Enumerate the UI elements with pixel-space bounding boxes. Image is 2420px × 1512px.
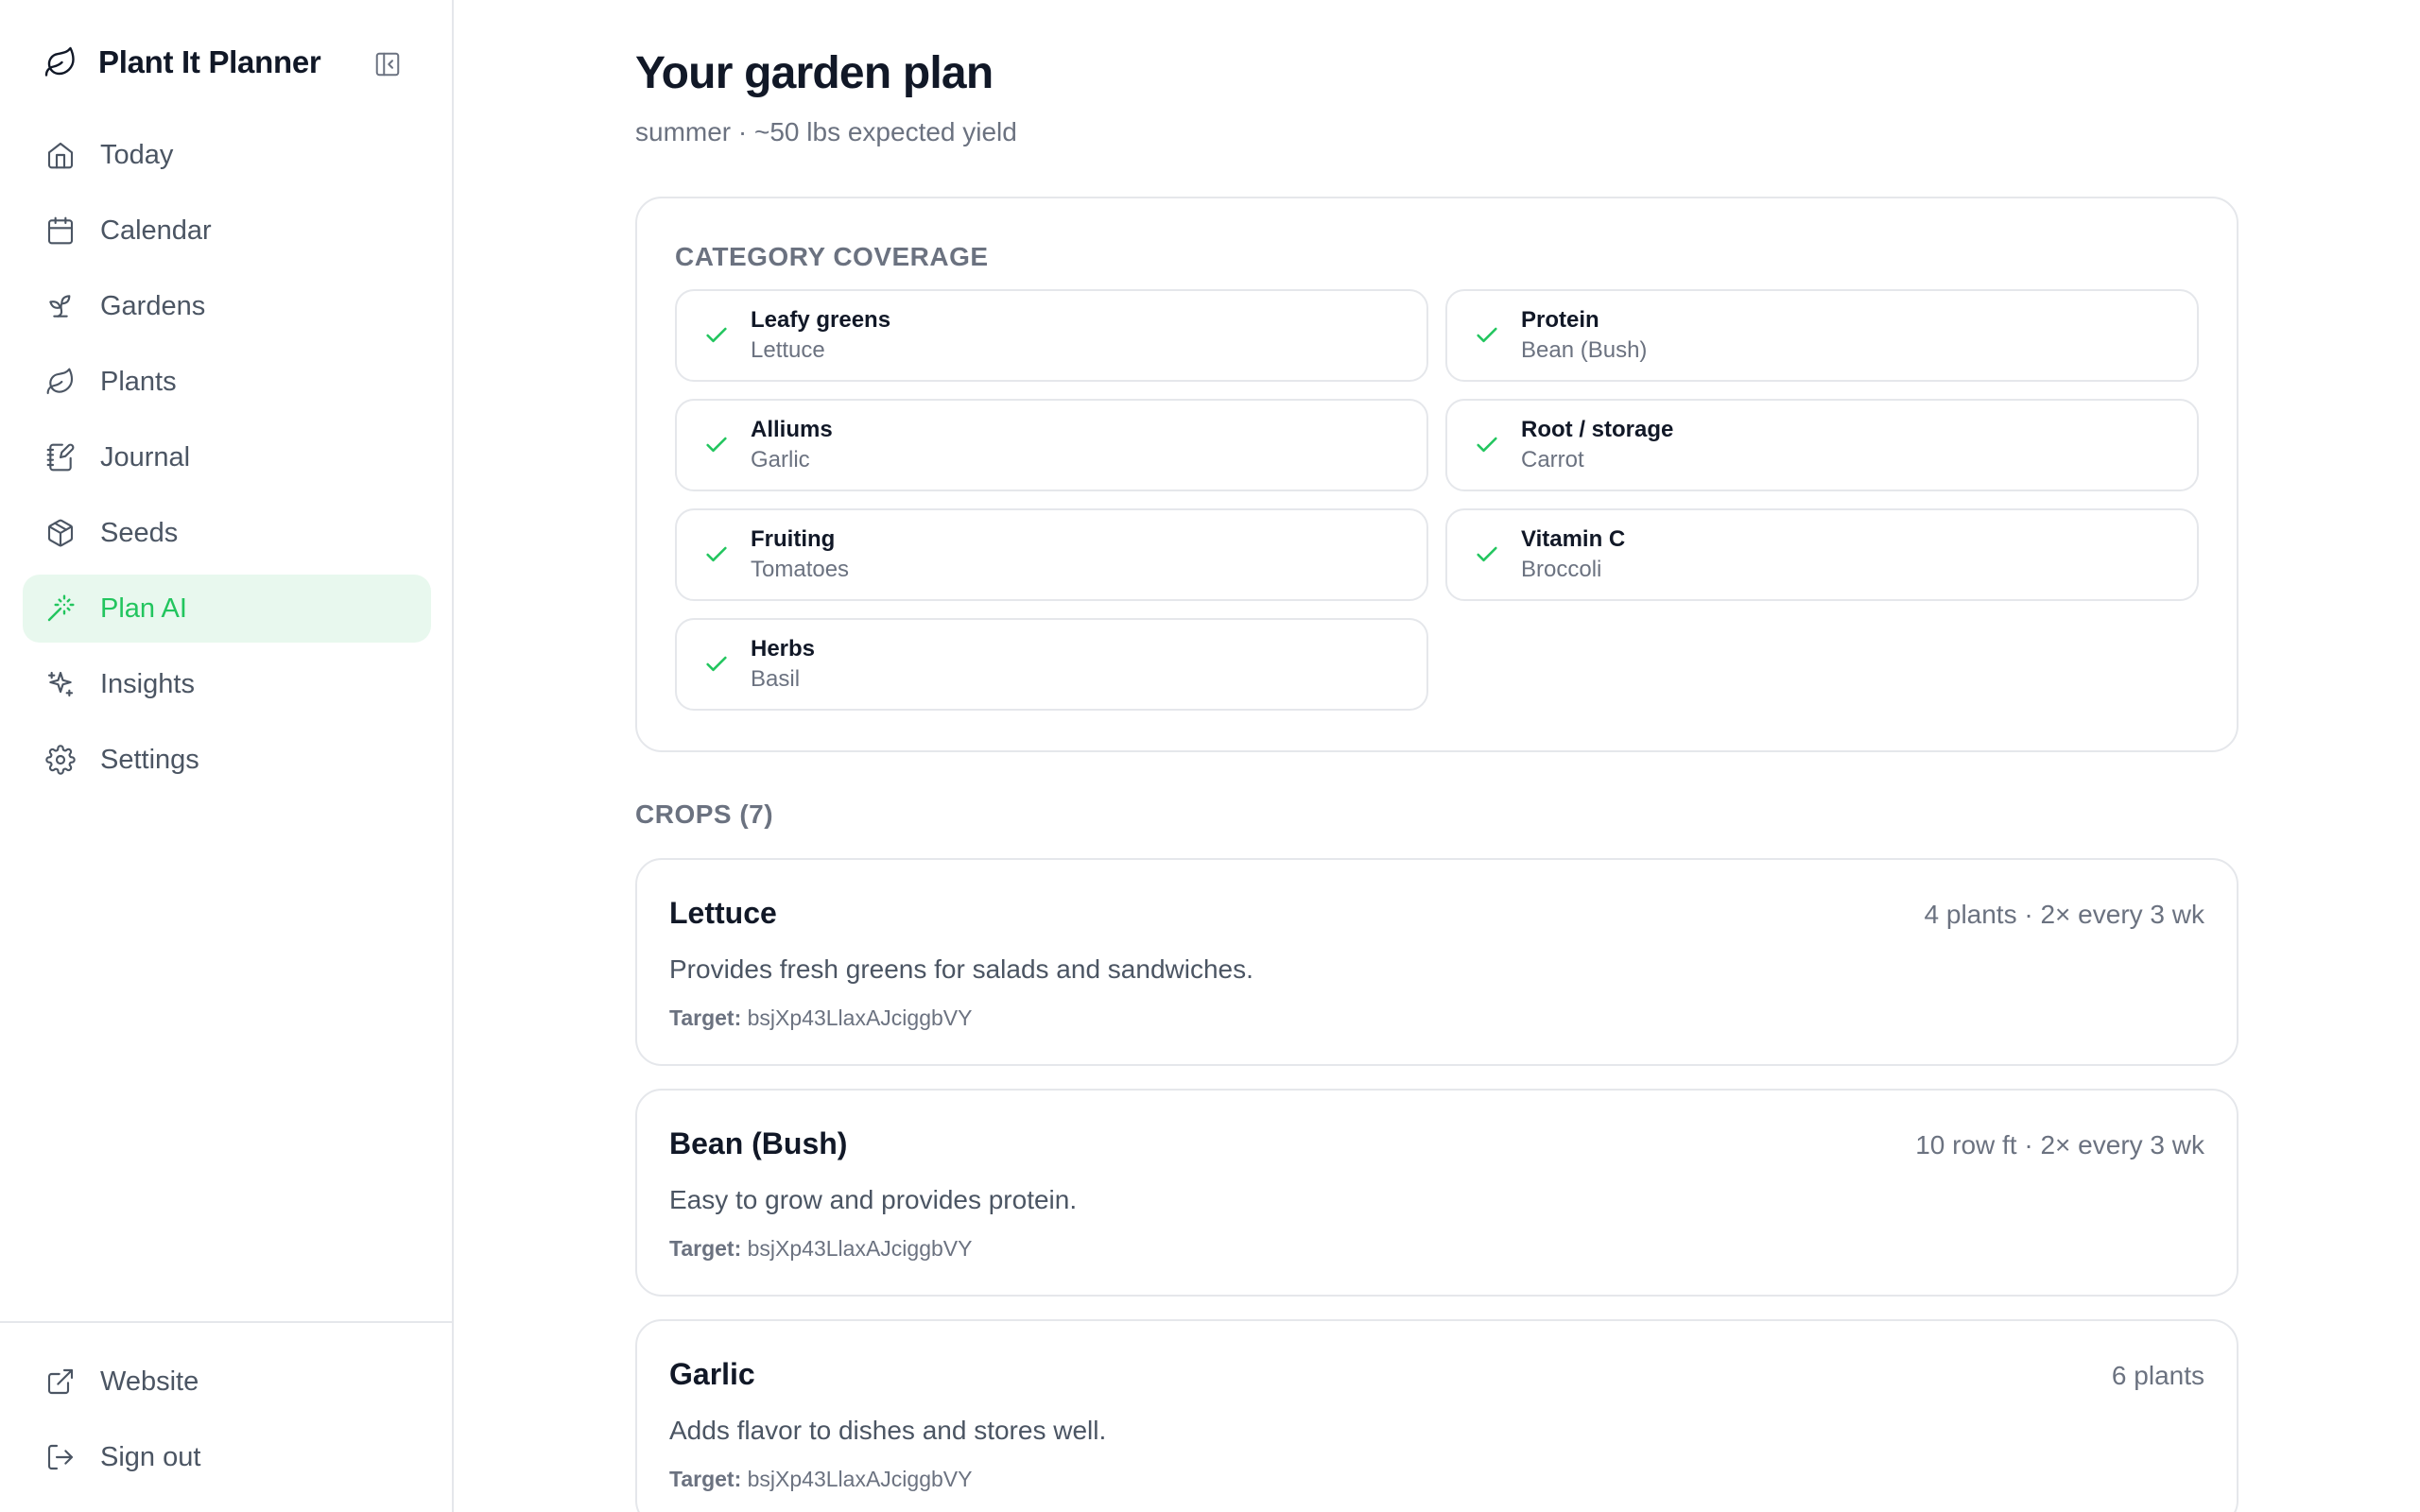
check-icon xyxy=(701,430,732,460)
leaf-logo-icon xyxy=(42,43,79,81)
app-name: Plant It Planner xyxy=(98,44,321,79)
log-out-icon xyxy=(43,1440,78,1474)
coverage-item: Leafy greens Lettuce xyxy=(675,289,1428,382)
external-link-icon xyxy=(43,1365,78,1399)
coverage-category: Alliums xyxy=(751,417,833,442)
crop-name: Bean (Bush) xyxy=(669,1126,848,1160)
sidebar-item-today[interactable]: Today xyxy=(23,121,431,189)
target-label: Target: xyxy=(669,1236,742,1261)
coverage-category: Leafy greens xyxy=(751,307,891,333)
coverage-grid: Leafy greens Lettuce Protein Bean (Bush)… xyxy=(675,289,2201,711)
crop-description: Easy to grow and provides protein. xyxy=(669,1185,1078,1214)
sidebar-item-seeds[interactable]: Seeds xyxy=(23,499,431,567)
sidebar-item-label: Website xyxy=(100,1366,199,1397)
sidebar-item-sign-out[interactable]: Sign out xyxy=(23,1423,429,1491)
crop-target: Target: bsjXp43LlaxAJciggbVY xyxy=(669,1005,972,1031)
crop-card-lettuce[interactable]: Lettuce 4 plants · 2× every 3 wk Provide… xyxy=(635,858,2238,1066)
sidebar-item-website[interactable]: Website xyxy=(23,1348,429,1416)
sidebar-item-label: Settings xyxy=(100,744,199,775)
coverage-crop: Garlic xyxy=(751,447,810,472)
sidebar-item-label: Sign out xyxy=(100,1441,201,1472)
crop-name: Garlic xyxy=(669,1357,755,1391)
sparkles-icon xyxy=(43,667,78,701)
target-id: bsjXp43LlaxAJciggbVY xyxy=(747,1005,973,1030)
check-icon xyxy=(1472,320,1502,351)
sidebar-item-label: Today xyxy=(100,139,174,170)
check-icon xyxy=(701,320,732,351)
coverage-category: Herbs xyxy=(751,636,816,662)
brand[interactable]: Plant It Planner xyxy=(42,42,420,83)
leaf-icon xyxy=(43,365,78,399)
crop-quantity: 4 plants · 2× every 3 wk xyxy=(1924,900,2204,929)
coverage-category: Fruiting xyxy=(751,526,836,552)
sidebar-item-insights[interactable]: Insights xyxy=(23,650,431,718)
crop-target: Target: bsjXp43LlaxAJciggbVY xyxy=(669,1236,972,1262)
category-coverage-card: CATEGORY COVERAGE Leafy greens Lettuce P… xyxy=(635,197,2238,752)
target-label: Target: xyxy=(669,1467,742,1491)
crop-name: Lettuce xyxy=(669,896,777,930)
collapse-sidebar-button[interactable] xyxy=(371,47,405,81)
coverage-category: Vitamin C xyxy=(1521,526,1626,552)
coverage-crop: Lettuce xyxy=(751,337,825,363)
sidebar-item-settings[interactable]: Settings xyxy=(23,726,431,794)
page-subtitle: summer · ~50 lbs expected yield xyxy=(635,117,1017,146)
check-icon xyxy=(701,540,732,570)
crops-heading: CROPS (7) xyxy=(635,799,774,829)
notebook-pen-icon xyxy=(43,440,78,474)
target-id: bsjXp43LlaxAJciggbVY xyxy=(747,1236,973,1261)
sidebar-footer: Website Sign out xyxy=(0,1321,452,1499)
coverage-item: Alliums Garlic xyxy=(675,399,1428,491)
coverage-category: Protein xyxy=(1521,307,1599,333)
gear-icon xyxy=(43,743,78,777)
panel-left-close-icon xyxy=(375,52,400,77)
coverage-item: Herbs Basil xyxy=(675,618,1428,711)
coverage-crop: Carrot xyxy=(1521,447,1584,472)
sidebar-item-label: Calendar xyxy=(100,215,212,246)
coverage-item: Fruiting Tomatoes xyxy=(675,508,1428,601)
coverage-item: Protein Bean (Bush) xyxy=(1445,289,2199,382)
crop-quantity: 10 row ft · 2× every 3 wk xyxy=(1915,1130,2204,1160)
sidebar-item-journal[interactable]: Journal xyxy=(23,423,431,491)
sidebar-item-label: Plants xyxy=(100,366,177,397)
coverage-item: Root / storage Carrot xyxy=(1445,399,2199,491)
crop-card-garlic[interactable]: Garlic 6 plants Adds flavor to dishes an… xyxy=(635,1319,2238,1512)
coverage-crop: Bean (Bush) xyxy=(1521,337,1648,363)
coverage-category: Root / storage xyxy=(1521,417,1674,442)
crop-description: Adds flavor to dishes and stores well. xyxy=(669,1416,1107,1445)
sidebar-item-label: Plan AI xyxy=(100,593,187,624)
sidebar-nav: Today Calendar Gardens Plants Journal Se… xyxy=(23,121,431,801)
wand-sparkles-icon xyxy=(43,592,78,626)
coverage-crop: Tomatoes xyxy=(751,557,850,582)
crop-target: Target: bsjXp43LlaxAJciggbVY xyxy=(669,1467,972,1492)
crop-quantity: 6 plants xyxy=(2111,1361,2204,1390)
home-icon xyxy=(43,138,78,172)
sidebar-item-label: Insights xyxy=(100,668,195,699)
coverage-crop: Broccoli xyxy=(1521,557,1602,582)
sidebar-item-gardens[interactable]: Gardens xyxy=(23,272,431,340)
package-icon xyxy=(43,516,78,550)
check-icon xyxy=(701,649,732,679)
crop-card-bean-bush[interactable]: Bean (Bush) 10 row ft · 2× every 3 wk Ea… xyxy=(635,1089,2238,1297)
sprout-icon xyxy=(43,289,78,323)
sidebar: Plant It Planner Today Calendar Gardens xyxy=(0,0,454,1512)
target-label: Target: xyxy=(669,1005,742,1030)
sidebar-item-label: Journal xyxy=(100,441,191,472)
sidebar-item-label: Seeds xyxy=(100,517,179,548)
check-icon xyxy=(1472,430,1502,460)
sidebar-item-calendar[interactable]: Calendar xyxy=(23,197,431,265)
sidebar-item-plan-ai[interactable]: Plan AI xyxy=(23,575,431,643)
sidebar-item-label: Gardens xyxy=(100,290,206,321)
coverage-item: Vitamin C Broccoli xyxy=(1445,508,2199,601)
sidebar-item-plants[interactable]: Plants xyxy=(23,348,431,416)
check-icon xyxy=(1472,540,1502,570)
page-title: Your garden plan xyxy=(635,48,994,98)
calendar-icon xyxy=(43,214,78,248)
crop-description: Provides fresh greens for salads and san… xyxy=(669,954,1253,984)
coverage-crop: Basil xyxy=(751,666,801,692)
target-id: bsjXp43LlaxAJciggbVY xyxy=(747,1467,973,1491)
category-coverage-heading: CATEGORY COVERAGE xyxy=(675,242,989,271)
